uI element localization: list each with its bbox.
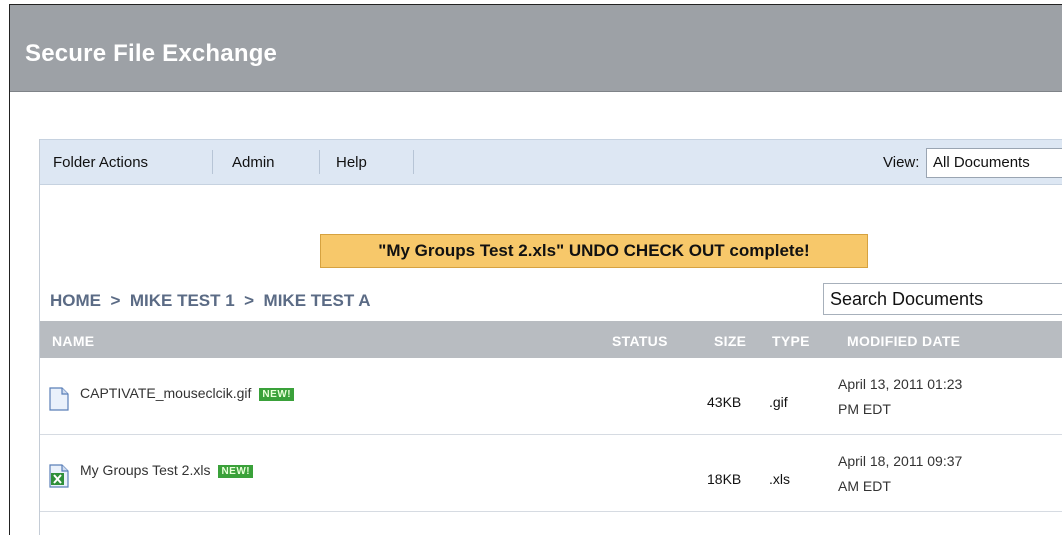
breadcrumb-separator: > bbox=[244, 291, 255, 310]
menu-divider bbox=[212, 150, 213, 174]
type-cell: .xls bbox=[769, 471, 790, 487]
table-row[interactable]: My Groups Test 2.xls NEW! 18KB .xls April… bbox=[40, 435, 1062, 512]
column-modified-date[interactable]: MODIFIED DATE bbox=[847, 333, 960, 349]
menu-divider bbox=[413, 150, 414, 174]
breadcrumb-mike-test-1[interactable]: MIKE TEST 1 bbox=[130, 291, 235, 310]
column-size[interactable]: SIZE bbox=[714, 333, 746, 349]
search-input[interactable]: Search Documents bbox=[823, 283, 1062, 315]
breadcrumb-home[interactable]: HOME bbox=[50, 291, 101, 310]
file-name-text[interactable]: My Groups Test 2.xls bbox=[80, 462, 210, 478]
new-badge: NEW! bbox=[259, 388, 295, 401]
breadcrumb-separator: > bbox=[110, 291, 121, 310]
excel-file-icon bbox=[49, 464, 69, 488]
menu-admin[interactable]: Admin bbox=[232, 154, 275, 171]
gif-file-icon bbox=[49, 387, 69, 411]
modified-date-cell: April 13, 2011 01:23 PM EDT bbox=[838, 372, 962, 422]
column-status[interactable]: STATUS bbox=[612, 333, 668, 349]
menu-divider bbox=[319, 150, 320, 174]
app-header: Secure File Exchange bbox=[10, 5, 1062, 92]
modified-date-cell: April 18, 2011 09:37 AM EDT bbox=[838, 449, 962, 499]
table-row[interactable]: CAPTIVATE_mouseclcik.gif NEW! 43KB .gif A… bbox=[40, 358, 1062, 435]
modified-date-line: April 13, 2011 01:23 bbox=[838, 376, 963, 392]
column-name[interactable]: NAME bbox=[52, 333, 94, 349]
menu-folder-actions[interactable]: Folder Actions bbox=[53, 154, 148, 171]
app-window: Secure File Exchange Folder Actions Admi… bbox=[9, 4, 1062, 535]
documents-panel: Folder Actions Admin Help View: All Docu… bbox=[39, 139, 1062, 535]
menu-help[interactable]: Help bbox=[336, 154, 367, 171]
modified-time-line: AM EDT bbox=[838, 478, 891, 494]
view-select[interactable]: All Documents bbox=[926, 148, 1062, 178]
status-notice: "My Groups Test 2.xls" UNDO CHECK OUT co… bbox=[320, 234, 868, 268]
file-name[interactable]: My Groups Test 2.xls NEW! bbox=[80, 462, 254, 478]
view-label: View: bbox=[883, 154, 920, 171]
size-cell: 43KB bbox=[707, 394, 742, 410]
modified-date-line: April 18, 2011 09:37 bbox=[838, 453, 963, 469]
new-badge: NEW! bbox=[218, 465, 254, 478]
breadcrumb: HOME > MIKE TEST 1 > MIKE TEST A bbox=[50, 291, 371, 311]
menu-bar: Folder Actions Admin Help View: All Docu… bbox=[40, 139, 1062, 185]
app-title: Secure File Exchange bbox=[25, 40, 278, 67]
file-name-text[interactable]: CAPTIVATE_mouseclcik.gif bbox=[80, 385, 251, 401]
modified-time-line: PM EDT bbox=[838, 401, 891, 417]
type-cell: .gif bbox=[769, 394, 788, 410]
table-header: NAME STATUS SIZE TYPE MODIFIED DATE L bbox=[40, 321, 1062, 358]
column-type[interactable]: TYPE bbox=[772, 333, 810, 349]
breadcrumb-mike-test-a[interactable]: MIKE TEST A bbox=[264, 291, 371, 310]
size-cell: 18KB bbox=[707, 471, 742, 487]
file-name[interactable]: CAPTIVATE_mouseclcik.gif NEW! bbox=[80, 385, 295, 401]
